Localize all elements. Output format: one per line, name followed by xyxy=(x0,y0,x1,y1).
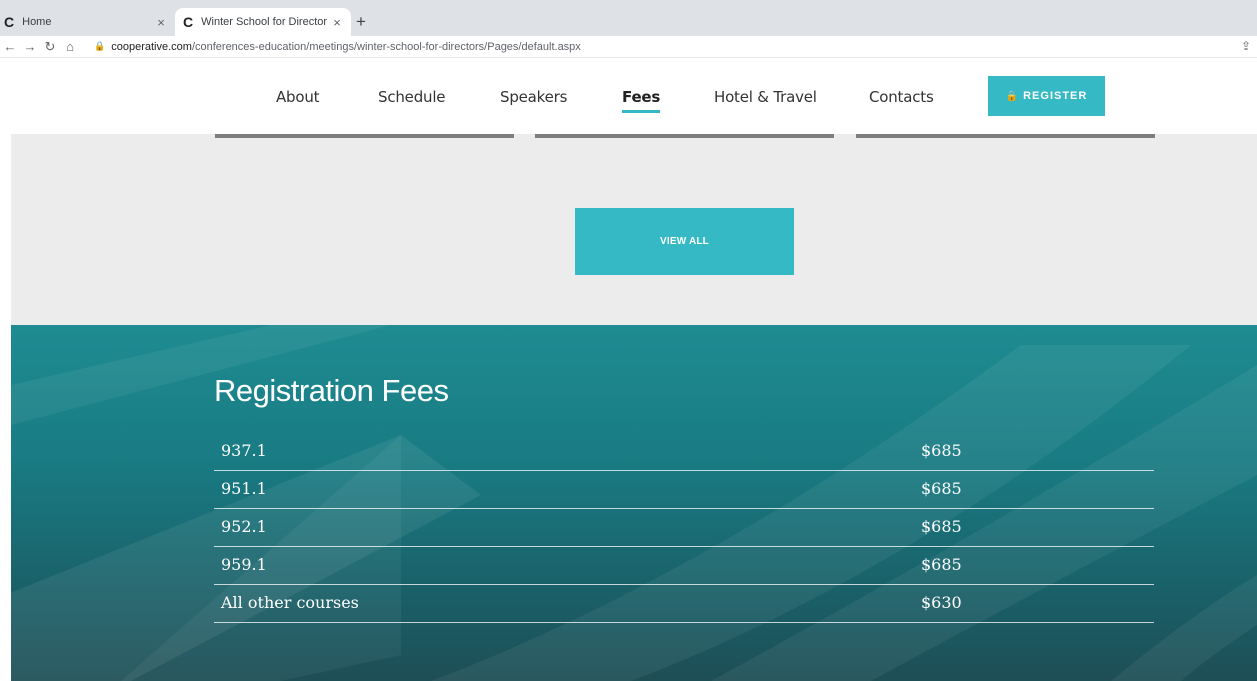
url-field[interactable]: 🔒 cooperative.com/conferences-education/… xyxy=(94,41,581,53)
course-price: $685 xyxy=(921,479,962,498)
nav-fees[interactable]: Fees xyxy=(622,88,660,113)
site-favicon-icon: C xyxy=(4,14,15,30)
fee-row: 959.1 $685 xyxy=(214,547,1154,585)
new-tab-icon[interactable]: + xyxy=(356,12,366,32)
tab-winter-school[interactable]: C Winter School for Directors × xyxy=(175,8,351,36)
course-price: $685 xyxy=(921,517,962,536)
register-button[interactable]: 🔒 REGISTER xyxy=(988,76,1105,116)
tab-title: Home xyxy=(22,16,52,28)
speakers-section: VIEW ALL xyxy=(11,134,1257,325)
url-path: /conferences-education/meetings/winter-s… xyxy=(191,40,581,53)
course-price: $685 xyxy=(921,441,962,460)
card-bottom-bar xyxy=(535,134,834,138)
nav-contacts[interactable]: Contacts xyxy=(869,88,934,106)
lock-icon: 🔒 xyxy=(1005,90,1020,102)
reload-icon[interactable]: ↻ xyxy=(40,39,60,55)
course-name: 959.1 xyxy=(221,555,267,574)
view-all-button[interactable]: VIEW ALL xyxy=(575,208,794,275)
card-bottom-bar xyxy=(215,134,514,138)
back-icon[interactable]: ← xyxy=(0,39,20,54)
nav-schedule[interactable]: Schedule xyxy=(378,88,446,106)
register-label: REGISTER xyxy=(1023,90,1088,102)
site-favicon-icon: C xyxy=(183,14,194,30)
course-name: 952.1 xyxy=(221,517,267,536)
course-price: $630 xyxy=(921,593,962,612)
nav-about[interactable]: About xyxy=(276,88,320,106)
tab-title: Winter School for Directors xyxy=(201,16,327,28)
close-icon[interactable]: × xyxy=(151,15,171,30)
close-icon[interactable]: × xyxy=(327,15,347,30)
site-nav: About Schedule Speakers Fees Hotel & Tra… xyxy=(0,58,1257,134)
share-icon[interactable]: ⇪ xyxy=(1241,39,1251,53)
tab-home[interactable]: C Home × xyxy=(0,8,175,36)
course-name: All other courses xyxy=(221,593,359,612)
nav-speakers[interactable]: Speakers xyxy=(500,88,567,106)
lock-icon: 🔒 xyxy=(94,41,106,51)
address-bar: ← → ↻ ⌂ 🔒 cooperative.com/conferences-ed… xyxy=(0,36,1257,58)
card-bottom-bar xyxy=(856,134,1155,138)
browser-tabstrip: C Home × C Winter School for Directors ×… xyxy=(0,0,1257,36)
url-host: cooperative.com xyxy=(111,40,192,53)
registration-fees-section: Registration Fees 937.1 $685 951.1 $685 … xyxy=(11,325,1257,681)
section-title: Registration Fees xyxy=(214,373,449,408)
fee-row: 952.1 $685 xyxy=(214,509,1154,547)
fee-row: 951.1 $685 xyxy=(214,471,1154,509)
course-price: $685 xyxy=(921,555,962,574)
course-name: 951.1 xyxy=(221,479,267,498)
home-icon[interactable]: ⌂ xyxy=(60,39,80,54)
fee-row: All other courses $630 xyxy=(214,585,1154,623)
nav-hotel-travel[interactable]: Hotel & Travel xyxy=(714,88,817,106)
course-name: 937.1 xyxy=(221,441,267,460)
forward-icon[interactable]: → xyxy=(20,39,40,54)
fee-row: 937.1 $685 xyxy=(214,433,1154,471)
